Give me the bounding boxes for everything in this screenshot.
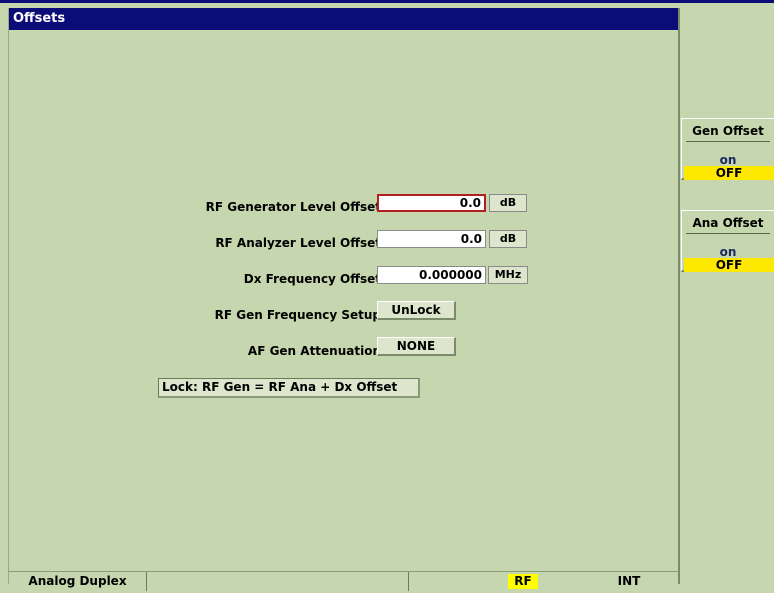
gen-offset-off-option: OFF xyxy=(684,166,774,180)
rf-ana-level-offset-label: RF Analyzer Level Offset xyxy=(215,236,381,250)
top-border xyxy=(0,0,774,3)
dx-frequency-offset-label: Dx Frequency Offset xyxy=(243,272,381,286)
softkey-column xyxy=(678,8,774,584)
ana-offset-off-option: OFF xyxy=(684,258,774,272)
dx-frequency-unit[interactable]: MHz xyxy=(488,266,528,284)
rf-ana-level-offset-field[interactable]: 0.0 xyxy=(377,230,486,248)
status-segment-blank xyxy=(147,572,409,591)
rf-gen-level-offset-label: RF Generator Level Offset xyxy=(205,200,381,214)
status-mode: Analog Duplex xyxy=(9,572,147,591)
rf-gen-frequency-setup-button[interactable]: UnLock xyxy=(377,301,456,320)
ana-offset-softkey[interactable]: Ana Offset on OFF xyxy=(681,210,774,272)
status-bar: Analog Duplex RF INT xyxy=(9,571,679,593)
status-rf-badge: RF xyxy=(508,574,538,589)
af-gen-attenuation-button[interactable]: NONE xyxy=(377,337,456,356)
dx-frequency-offset-field[interactable]: 0.000000 xyxy=(377,266,486,284)
gen-offset-on-option: on xyxy=(719,153,737,167)
rf-gen-level-unit[interactable]: dB xyxy=(489,194,527,212)
rf-ana-level-unit[interactable]: dB xyxy=(489,230,527,248)
af-gen-attenuation-label: AF Gen Attenuation xyxy=(247,344,381,358)
status-int: INT xyxy=(617,574,641,588)
main-panel: Offsets RF Generator Level Offset 0.0 dB… xyxy=(8,8,679,593)
lock-formula-note: Lock: RF Gen = RF Ana + Dx Offset xyxy=(158,378,420,398)
rf-gen-level-offset-field[interactable]: 0.0 xyxy=(377,194,486,212)
gen-offset-title: Gen Offset xyxy=(686,119,770,142)
ana-offset-on-option: on xyxy=(719,245,737,259)
rf-gen-frequency-setup-label: RF Gen Frequency Setup xyxy=(214,308,381,322)
gen-offset-softkey[interactable]: Gen Offset on OFF xyxy=(681,118,774,180)
ana-offset-title: Ana Offset xyxy=(686,211,770,234)
window-title: Offsets xyxy=(9,8,679,30)
